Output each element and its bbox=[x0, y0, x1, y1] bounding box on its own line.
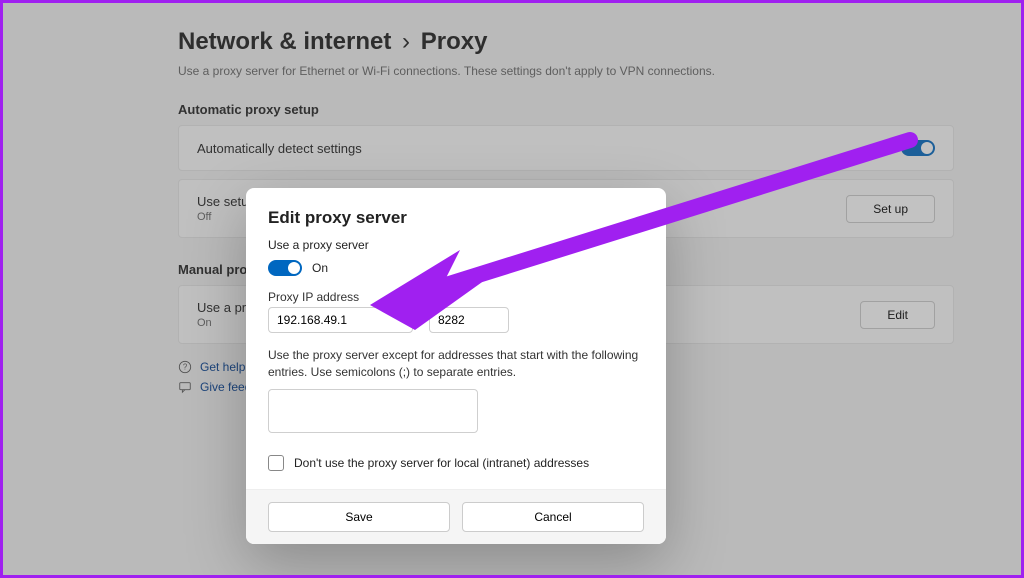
setup-script-button[interactable]: Set up bbox=[846, 195, 935, 223]
save-button[interactable]: Save bbox=[268, 502, 450, 532]
cancel-button[interactable]: Cancel bbox=[462, 502, 644, 532]
breadcrumb-parent[interactable]: Network & internet bbox=[178, 28, 391, 55]
use-proxy-state: On bbox=[312, 261, 328, 275]
local-bypass-label: Don't use the proxy server for local (in… bbox=[294, 456, 589, 470]
breadcrumb-separator: › bbox=[402, 28, 410, 55]
port-label: Port bbox=[429, 290, 509, 304]
use-proxy-toggle[interactable] bbox=[268, 260, 302, 276]
exceptions-text[interactable] bbox=[269, 390, 477, 432]
ip-label: Proxy IP address bbox=[268, 290, 413, 304]
breadcrumb-current: Proxy bbox=[421, 28, 488, 55]
exceptions-instructions: Use the proxy server except for addresse… bbox=[268, 347, 644, 381]
auto-section-heading: Automatic proxy setup bbox=[178, 102, 954, 117]
dialog-footer: Save Cancel bbox=[246, 489, 666, 544]
auto-detect-state: On bbox=[875, 141, 891, 155]
help-icon: ? bbox=[178, 360, 192, 374]
get-help-label: Get help bbox=[200, 360, 245, 374]
auto-detect-toggle[interactable] bbox=[901, 140, 935, 156]
edit-proxy-dialog: Edit proxy server Use a proxy server On … bbox=[246, 188, 666, 544]
use-proxy-label: Use a proxy server bbox=[268, 238, 644, 252]
local-bypass-checkbox[interactable] bbox=[268, 455, 284, 471]
dialog-title: Edit proxy server bbox=[268, 208, 644, 228]
auto-detect-card: Automatically detect settings On bbox=[178, 125, 954, 171]
manual-proxy-edit-button[interactable]: Edit bbox=[860, 301, 935, 329]
breadcrumb[interactable]: Network & internet › Proxy bbox=[178, 28, 954, 56]
auto-detect-label: Automatically detect settings bbox=[197, 141, 362, 156]
svg-text:?: ? bbox=[183, 363, 188, 372]
page-description: Use a proxy server for Ethernet or Wi-Fi… bbox=[178, 64, 954, 78]
proxy-port-input[interactable] bbox=[429, 307, 509, 333]
exceptions-input[interactable] bbox=[268, 389, 478, 433]
proxy-ip-input[interactable] bbox=[268, 307, 413, 333]
feedback-icon bbox=[178, 380, 192, 394]
